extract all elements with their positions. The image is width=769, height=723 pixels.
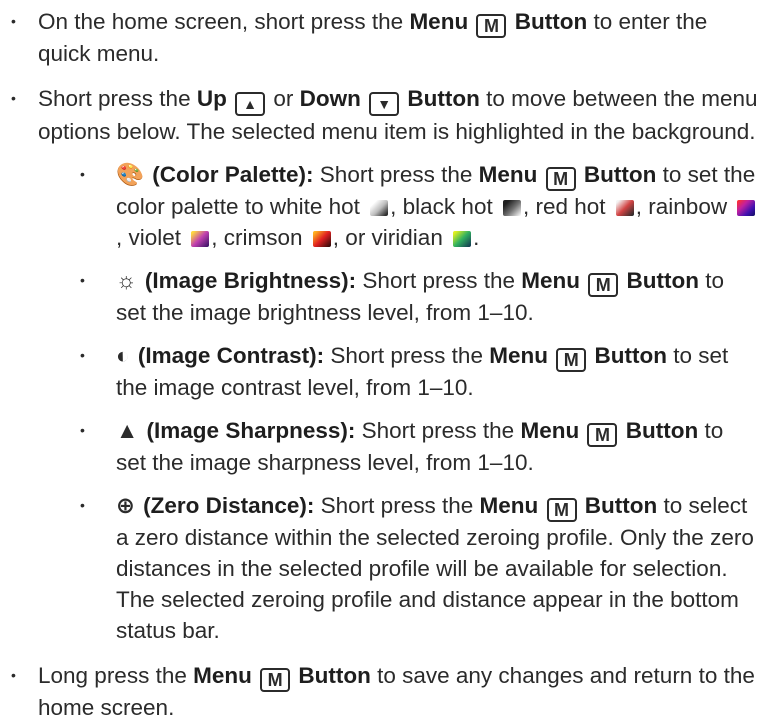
viridian-swatch-icon <box>453 231 472 247</box>
option-label: (Image Sharpness): <box>146 418 356 443</box>
violet-swatch-icon <box>191 231 210 247</box>
crosshair-icon: ⊕ <box>116 493 135 518</box>
option-label: (Color Palette): <box>152 162 314 187</box>
palette-icon: 🎨 <box>116 162 145 187</box>
crimson-swatch-icon <box>312 231 331 247</box>
option-label: (Image Contrast): <box>137 343 325 368</box>
instruction-list: On the home screen, short press the Menu… <box>10 6 759 723</box>
menu-key-icon: M <box>587 423 618 447</box>
brightness-icon: ☼ <box>116 268 137 293</box>
menu-key-icon: M <box>260 668 291 692</box>
up-label: Up <box>196 86 227 111</box>
up-key-icon: ▲ <box>235 92 266 116</box>
option-label: (Zero Distance): <box>143 493 315 518</box>
menu-label: Menu <box>193 663 252 688</box>
menu-option-image-contrast: ◐ (Image Contrast): Short press the Menu… <box>68 340 759 403</box>
white-hot-swatch-icon <box>370 200 389 216</box>
menu-option-zero-distance: ⊕ (Zero Distance): Short press the Menu … <box>68 490 759 646</box>
menu-key-icon: M <box>545 167 576 191</box>
list-item: Short press the Up ▲ or Down ▼ Button to… <box>10 83 759 646</box>
menu-option-color-palette: 🎨 (Color Palette): Short press the Menu … <box>68 159 759 253</box>
black-hot-swatch-icon <box>502 200 521 216</box>
menu-options-list: 🎨 (Color Palette): Short press the Menu … <box>38 159 759 646</box>
sharpness-icon: ▲ <box>116 418 139 443</box>
button-label: Button <box>407 86 480 111</box>
down-key-icon: ▼ <box>369 92 400 116</box>
menu-key-icon: M <box>476 14 507 38</box>
button-label: Button <box>298 663 371 688</box>
contrast-icon: ◐ <box>116 343 130 368</box>
menu-key-icon: M <box>588 273 619 297</box>
rainbow-swatch-icon <box>737 200 756 216</box>
instruction-page: On the home screen, short press the Menu… <box>0 0 769 722</box>
list-item: On the home screen, short press the Menu… <box>10 6 759 69</box>
list-item: Long press the Menu M Button to save any… <box>10 660 759 723</box>
down-label: Down <box>299 86 361 111</box>
red-hot-swatch-icon <box>615 200 634 216</box>
menu-option-image-sharpness: ▲ (Image Sharpness): Short press the Men… <box>68 415 759 478</box>
menu-key-icon: M <box>546 498 577 522</box>
option-label: (Image Brightness): <box>144 268 357 293</box>
button-label: Button <box>514 9 588 34</box>
menu-key-icon: M <box>556 348 587 372</box>
menu-label: Menu <box>409 9 469 34</box>
menu-option-image-brightness: ☼ (Image Brightness): Short press the Me… <box>68 265 759 328</box>
